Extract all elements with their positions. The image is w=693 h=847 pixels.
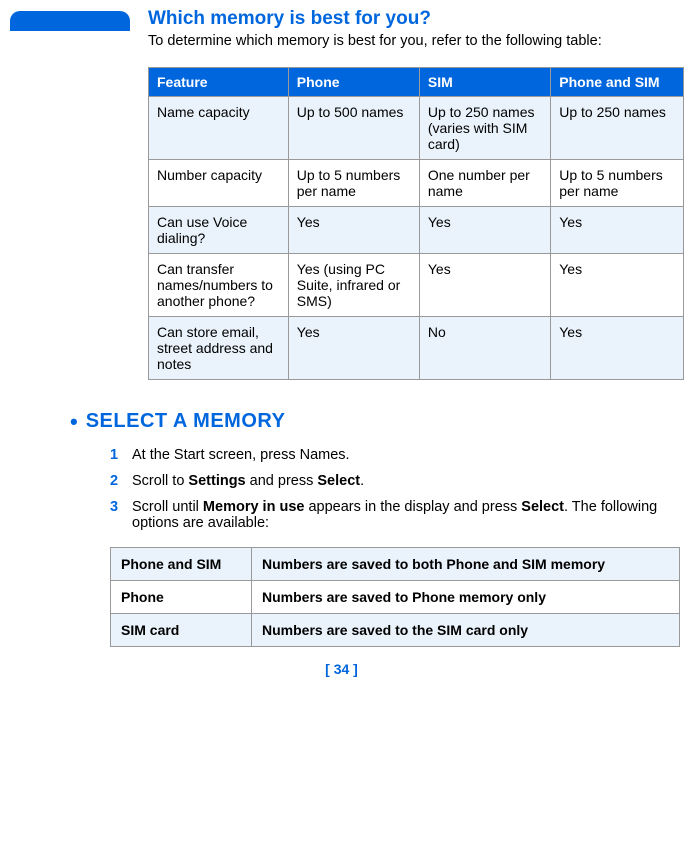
table-row: Number capacity Up to 5 numbers per name… (149, 160, 684, 207)
table-row: Phone and SIM Numbers are saved to both … (111, 548, 680, 581)
table-row: Can transfer names/numbers to another ph… (149, 254, 684, 317)
step-number: 3 (110, 499, 132, 531)
option-name: SIM card (111, 614, 252, 647)
cell-both: Yes (551, 254, 684, 317)
section-intro: To determine which memory is best for yo… (148, 33, 673, 49)
table-row: Name capacity Up to 500 names Up to 250 … (149, 97, 684, 160)
section-title: Which memory is best for you? (148, 8, 431, 30)
section-tab (10, 11, 130, 31)
cell-sim: Up to 250 names (varies with SIM card) (419, 97, 550, 160)
subheading-row: • SELECT A MEMORY (70, 410, 673, 433)
cell-feature: Can transfer names/numbers to another ph… (149, 254, 289, 317)
text: Scroll until (132, 499, 203, 515)
cell-sim: Yes (419, 207, 550, 254)
col-header-sim: SIM (419, 68, 550, 97)
cell-sim: One number per name (419, 160, 550, 207)
option-desc: Numbers are saved to both Phone and SIM … (252, 548, 680, 581)
subheading: SELECT A MEMORY (86, 410, 286, 433)
cell-both: Yes (551, 207, 684, 254)
page-number: [ 34 ] (10, 661, 673, 677)
cell-sim: Yes (419, 254, 550, 317)
steps: 1 At the Start screen, press Names. 2 Sc… (110, 447, 673, 531)
option-name: Phone and SIM (111, 548, 252, 581)
feature-table: Feature Phone SIM Phone and SIM Name cap… (148, 67, 684, 380)
cell-feature: Can use Voice dialing? (149, 207, 289, 254)
option-name: Phone (111, 581, 252, 614)
cell-both: Up to 250 names (551, 97, 684, 160)
cell-feature: Number capacity (149, 160, 289, 207)
text: Scroll to (132, 473, 188, 489)
option-desc: Numbers are saved to the SIM card only (252, 614, 680, 647)
page: Which memory is best for you? To determi… (0, 0, 693, 687)
table-header-row: Feature Phone SIM Phone and SIM (149, 68, 684, 97)
cell-feature: Can store email, street address and note… (149, 317, 289, 380)
option-table: Phone and SIM Numbers are saved to both … (110, 547, 680, 647)
text: At the Start screen, press Names. (132, 447, 350, 463)
step: 3 Scroll until Memory in use appears in … (110, 499, 673, 531)
bold-text: Select (521, 499, 564, 515)
cell-phone: Yes (using PC Suite, infrared or SMS) (288, 254, 419, 317)
step: 1 At the Start screen, press Names. (110, 447, 673, 463)
table-row: Can store email, street address and note… (149, 317, 684, 380)
cell-phone: Yes (288, 317, 419, 380)
table-row: SIM card Numbers are saved to the SIM ca… (111, 614, 680, 647)
cell-both: Yes (551, 317, 684, 380)
bold-text: Select (317, 473, 360, 489)
bold-text: Memory in use (203, 499, 305, 515)
step-number: 2 (110, 473, 132, 489)
col-header-phone: Phone (288, 68, 419, 97)
table-row: Can use Voice dialing? Yes Yes Yes (149, 207, 684, 254)
cell-phone: Up to 5 numbers per name (288, 160, 419, 207)
option-desc: Numbers are saved to Phone memory only (252, 581, 680, 614)
cell-sim: No (419, 317, 550, 380)
header-row: Which memory is best for you? (10, 8, 673, 31)
col-header-feature: Feature (149, 68, 289, 97)
cell-phone: Up to 500 names (288, 97, 419, 160)
text: appears in the display and press (304, 499, 521, 515)
bullet-icon: • (70, 411, 78, 433)
step-number: 1 (110, 447, 132, 463)
step-text: Scroll to Settings and press Select. (132, 473, 673, 489)
step-text: At the Start screen, press Names. (132, 447, 673, 463)
cell-phone: Yes (288, 207, 419, 254)
col-header-both: Phone and SIM (551, 68, 684, 97)
bold-text: Settings (188, 473, 245, 489)
cell-both: Up to 5 numbers per name (551, 160, 684, 207)
step: 2 Scroll to Settings and press Select. (110, 473, 673, 489)
text: . (360, 473, 364, 489)
text: and press (246, 473, 318, 489)
step-text: Scroll until Memory in use appears in th… (132, 499, 673, 531)
table-row: Phone Numbers are saved to Phone memory … (111, 581, 680, 614)
cell-feature: Name capacity (149, 97, 289, 160)
